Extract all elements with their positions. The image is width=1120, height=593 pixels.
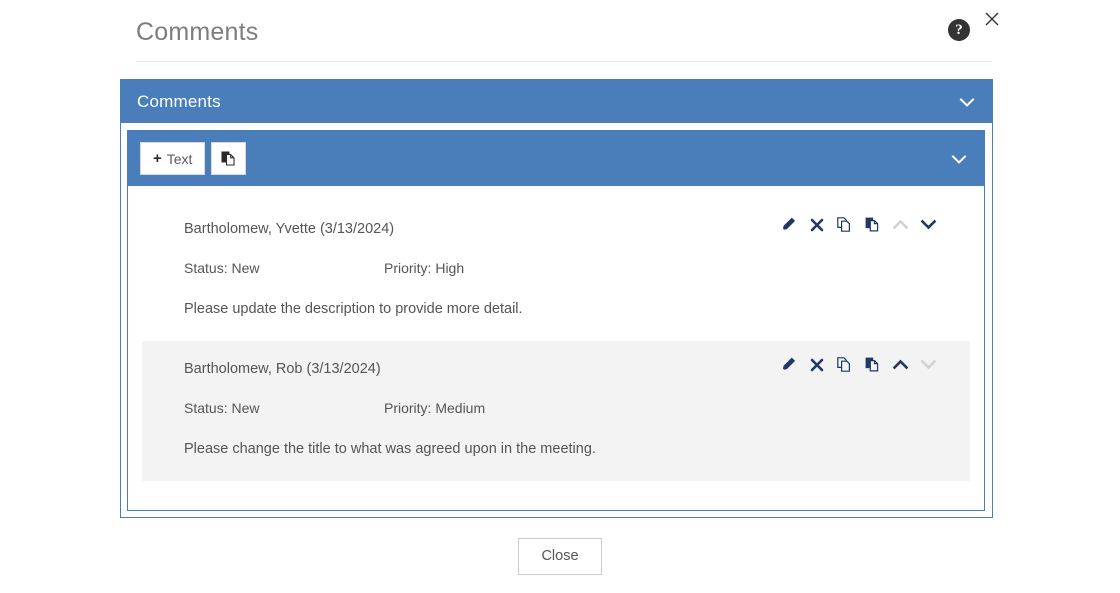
comments-panel-header[interactable]: Comments [121,80,992,123]
comment-status: Status: New [184,260,260,276]
comment-priority: Priority: Medium [384,400,486,416]
chevron-down-icon [919,355,938,374]
copy-icon[interactable] [835,215,854,234]
pencil-icon[interactable] [779,215,798,234]
close-button[interactable]: Close [518,538,602,575]
chevron-down-icon[interactable] [956,91,978,113]
comment-list: Bartholomew, Yvette (3/13/2024) Status: … [128,186,984,510]
comment-row: Bartholomew, Yvette (3/13/2024) Status: … [142,201,970,341]
chevron-down-icon[interactable] [919,215,938,234]
paste-icon [221,151,236,166]
pencil-icon[interactable] [779,355,798,374]
comment-row-actions [779,355,938,374]
paste-icon[interactable] [863,215,882,234]
comment-meta: Status: New Priority: Medium [184,399,970,417]
page-title: Comments [136,18,259,46]
comments-panel-title: Comments [137,91,221,111]
comments-inner-panel: + Text Bartholomew, Yvette (3/13/2024) S… [127,130,985,511]
chevron-up-icon[interactable] [891,355,910,374]
comment-body: Please update the description to provide… [184,301,523,317]
comment-body: Please change the title to what was agre… [184,441,596,457]
dialog-footer: Close [0,538,1120,575]
plus-icon: + [153,150,162,167]
paste-icon[interactable] [863,355,882,374]
comments-toolbar: + Text [128,131,984,186]
comments-panel: Comments + Text Bartholomew, Yvette (3/1… [120,79,993,518]
dialog-header: Comments ? [136,0,999,62]
comment-priority: Priority: High [384,260,465,276]
add-text-button[interactable]: + Text [140,142,206,175]
toolbar-chevron-down-icon[interactable] [948,148,970,170]
comment-status: Status: New [184,400,260,416]
close-icon[interactable] [981,8,1003,30]
comment-row-actions [779,215,938,234]
add-text-label: Text [166,150,193,167]
x-icon[interactable] [807,355,826,374]
x-icon[interactable] [807,215,826,234]
comment-row: Bartholomew, Rob (3/13/2024) Status: New… [142,341,970,481]
chevron-up-icon [891,215,910,234]
copy-icon[interactable] [835,355,854,374]
help-circle-icon[interactable]: ? [948,19,970,41]
paste-button[interactable] [211,142,247,175]
comment-meta: Status: New Priority: High [184,259,970,277]
